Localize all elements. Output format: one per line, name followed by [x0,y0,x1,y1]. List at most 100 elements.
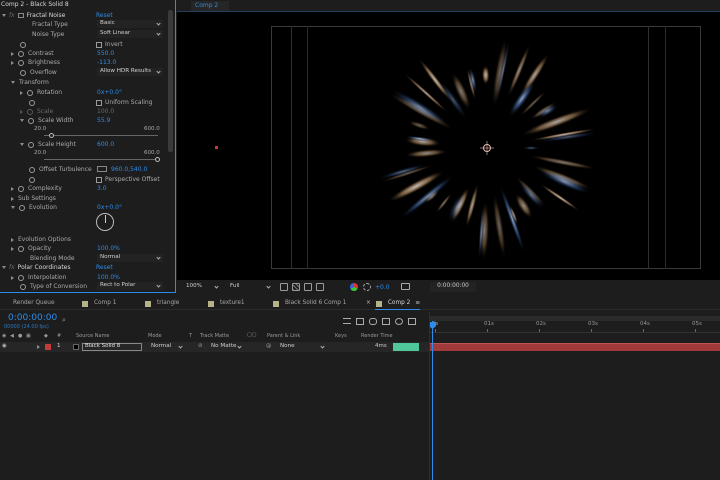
comp-flowchart-icon[interactable] [343,318,351,324]
uniform-scaling-checkbox[interactable] [96,99,102,106]
tab-texture1[interactable]: texture1 [208,298,245,310]
opacity-value[interactable]: 100.0% [97,246,120,252]
tab-render-queue[interactable]: Render Queue [13,298,55,310]
evolution-dial[interactable] [96,213,114,231]
transparency-grid-icon[interactable] [292,283,300,291]
contrast-value[interactable]: 550.0 [97,51,114,57]
expand-opacity-icon[interactable] [11,246,14,251]
draft-3d-icon[interactable] [356,317,364,325]
time-ruler[interactable]: 0s01s02s03s04s05s [430,321,720,333]
video-eye-icon[interactable]: ◉ [2,343,7,350]
overflow-select[interactable]: Allow HDR Results [97,68,163,76]
fx-icon[interactable]: fx [9,12,15,19]
blending-mode-select[interactable]: Normal [97,254,163,262]
stopwatch-icon[interactable] [27,89,33,96]
stopwatch-icon[interactable] [29,176,35,183]
shy-layers-icon[interactable] [369,317,377,325]
stopwatch-icon[interactable] [28,141,34,148]
evolution-value[interactable]: 0x+0.0° [97,205,122,211]
solo-toggle-icon[interactable]: ● [18,334,22,339]
collapse-evolution-icon[interactable] [11,206,15,209]
collapse-fractal-noise-icon[interactable] [2,14,6,17]
scale-width-slider-knob[interactable] [48,133,54,138]
stopwatch-icon[interactable] [29,166,35,173]
collapse-scale-width-icon[interactable] [20,119,24,122]
rotation-value[interactable]: 0x+0.0° [97,90,122,96]
exposure-icon[interactable] [363,283,371,291]
comp-tab[interactable]: Comp 2 [191,1,229,11]
resolution-select[interactable]: Full [227,283,273,291]
layer-mode-select[interactable]: Normal [148,343,185,351]
perspective-offset-checkbox[interactable] [96,176,102,183]
expand-scale-icon[interactable] [20,109,23,114]
fx-icon[interactable]: fx [9,264,15,271]
complexity-value[interactable]: 3.0 [97,186,107,192]
collapse-scale-height-icon[interactable] [20,143,24,146]
invert-checkbox[interactable] [96,41,102,48]
reset-button[interactable]: Reset [96,13,113,19]
expand-layer-icon[interactable] [37,345,40,352]
composition-viewer[interactable] [177,12,720,280]
pick-whip-icon[interactable]: @ [266,343,272,350]
interpolation-value[interactable]: 100.0% [97,275,120,281]
expand-complexity-icon[interactable] [11,186,14,191]
stopwatch-icon[interactable] [18,274,24,281]
effect-controls-scrollbar[interactable] [168,10,173,152]
panel-menu-icon[interactable]: ≡ [415,300,420,307]
tab-black-solid-6-comp-1[interactable]: Black Solid 6 Comp 1 [273,298,346,310]
collapse-transform-icon[interactable] [11,81,15,84]
stopwatch-icon[interactable] [19,204,25,211]
mask-visibility-icon[interactable] [304,283,312,291]
stopwatch-icon[interactable] [18,59,24,66]
scale-height-slider-knob[interactable] [155,157,160,162]
col-render-time[interactable]: Render Time [361,334,393,339]
noise-type-select[interactable]: Soft Linear [97,30,163,38]
col-parent-link[interactable]: Parent & Link [267,334,300,339]
grid-guides-icon[interactable] [316,283,324,291]
layer-search-input[interactable]: ⌕ [62,316,162,325]
tab-comp-1[interactable]: Comp 1 [82,298,116,310]
switches-icon[interactable]: ▢▢ [247,333,256,338]
parent-select[interactable]: None [277,343,327,351]
stopwatch-icon[interactable] [20,283,26,290]
expand-brightness-icon[interactable] [11,60,14,65]
motion-blur-icon[interactable] [395,317,403,325]
expand-evolution-options-icon[interactable] [11,237,14,242]
col-track-matte[interactable]: Track Matte [200,334,229,339]
stopwatch-icon[interactable] [28,117,34,124]
frame-blending-icon[interactable] [382,317,390,325]
stopwatch-icon[interactable] [18,50,24,57]
brightness-value[interactable]: -113.0 [97,60,116,66]
timeline-graph-area[interactable]: 0s01s02s03s04s05s [429,312,720,480]
anchor-point-icon[interactable] [480,141,494,155]
lock-icon[interactable]: ▣ [26,334,31,339]
expand-contrast-icon[interactable] [11,51,14,56]
track-matte-select[interactable]: No Matte [208,343,244,351]
timeline-timecode[interactable]: 0:00:00:00 [8,314,57,323]
stopwatch-icon[interactable] [20,41,26,48]
audio-toggle-icon[interactable]: ◀ [10,334,14,339]
polar-reset-button[interactable]: Reset [96,265,113,271]
expand-rotation-icon[interactable] [20,90,23,95]
stopwatch-icon[interactable] [29,99,35,106]
scale-height-value[interactable]: 600.0 [97,142,114,148]
stopwatch-icon[interactable] [18,245,24,252]
exposure-value[interactable]: +0.0 [375,285,390,291]
fractal-type-select[interactable]: Basic [97,20,163,28]
label-tag-icon[interactable]: ◆ [44,334,48,339]
scale-height-slider[interactable] [44,159,158,160]
graph-editor-icon[interactable] [408,317,416,325]
layer-duration-bar[interactable] [430,343,720,351]
table-row[interactable]: ◉ 1 Black Solid 8 Normal ⊘ No Matte @ No… [0,342,430,352]
col-source-name[interactable]: Source Name [76,334,110,339]
col-mode[interactable]: Mode [148,334,162,339]
offset-turbulence-value[interactable]: 960.0,540.0 [111,167,147,173]
tab-triangle[interactable]: triangle [145,298,179,310]
type-of-conversion-select[interactable]: Rect to Polar [97,282,163,290]
playhead[interactable] [432,321,433,480]
magnification-select[interactable]: 100% [183,283,221,291]
crosshair-point-icon[interactable] [97,166,107,172]
snapshot-camera-icon[interactable] [401,283,410,290]
layer-label-color[interactable] [45,344,51,350]
layer-name-field[interactable]: Black Solid 8 [82,343,142,351]
